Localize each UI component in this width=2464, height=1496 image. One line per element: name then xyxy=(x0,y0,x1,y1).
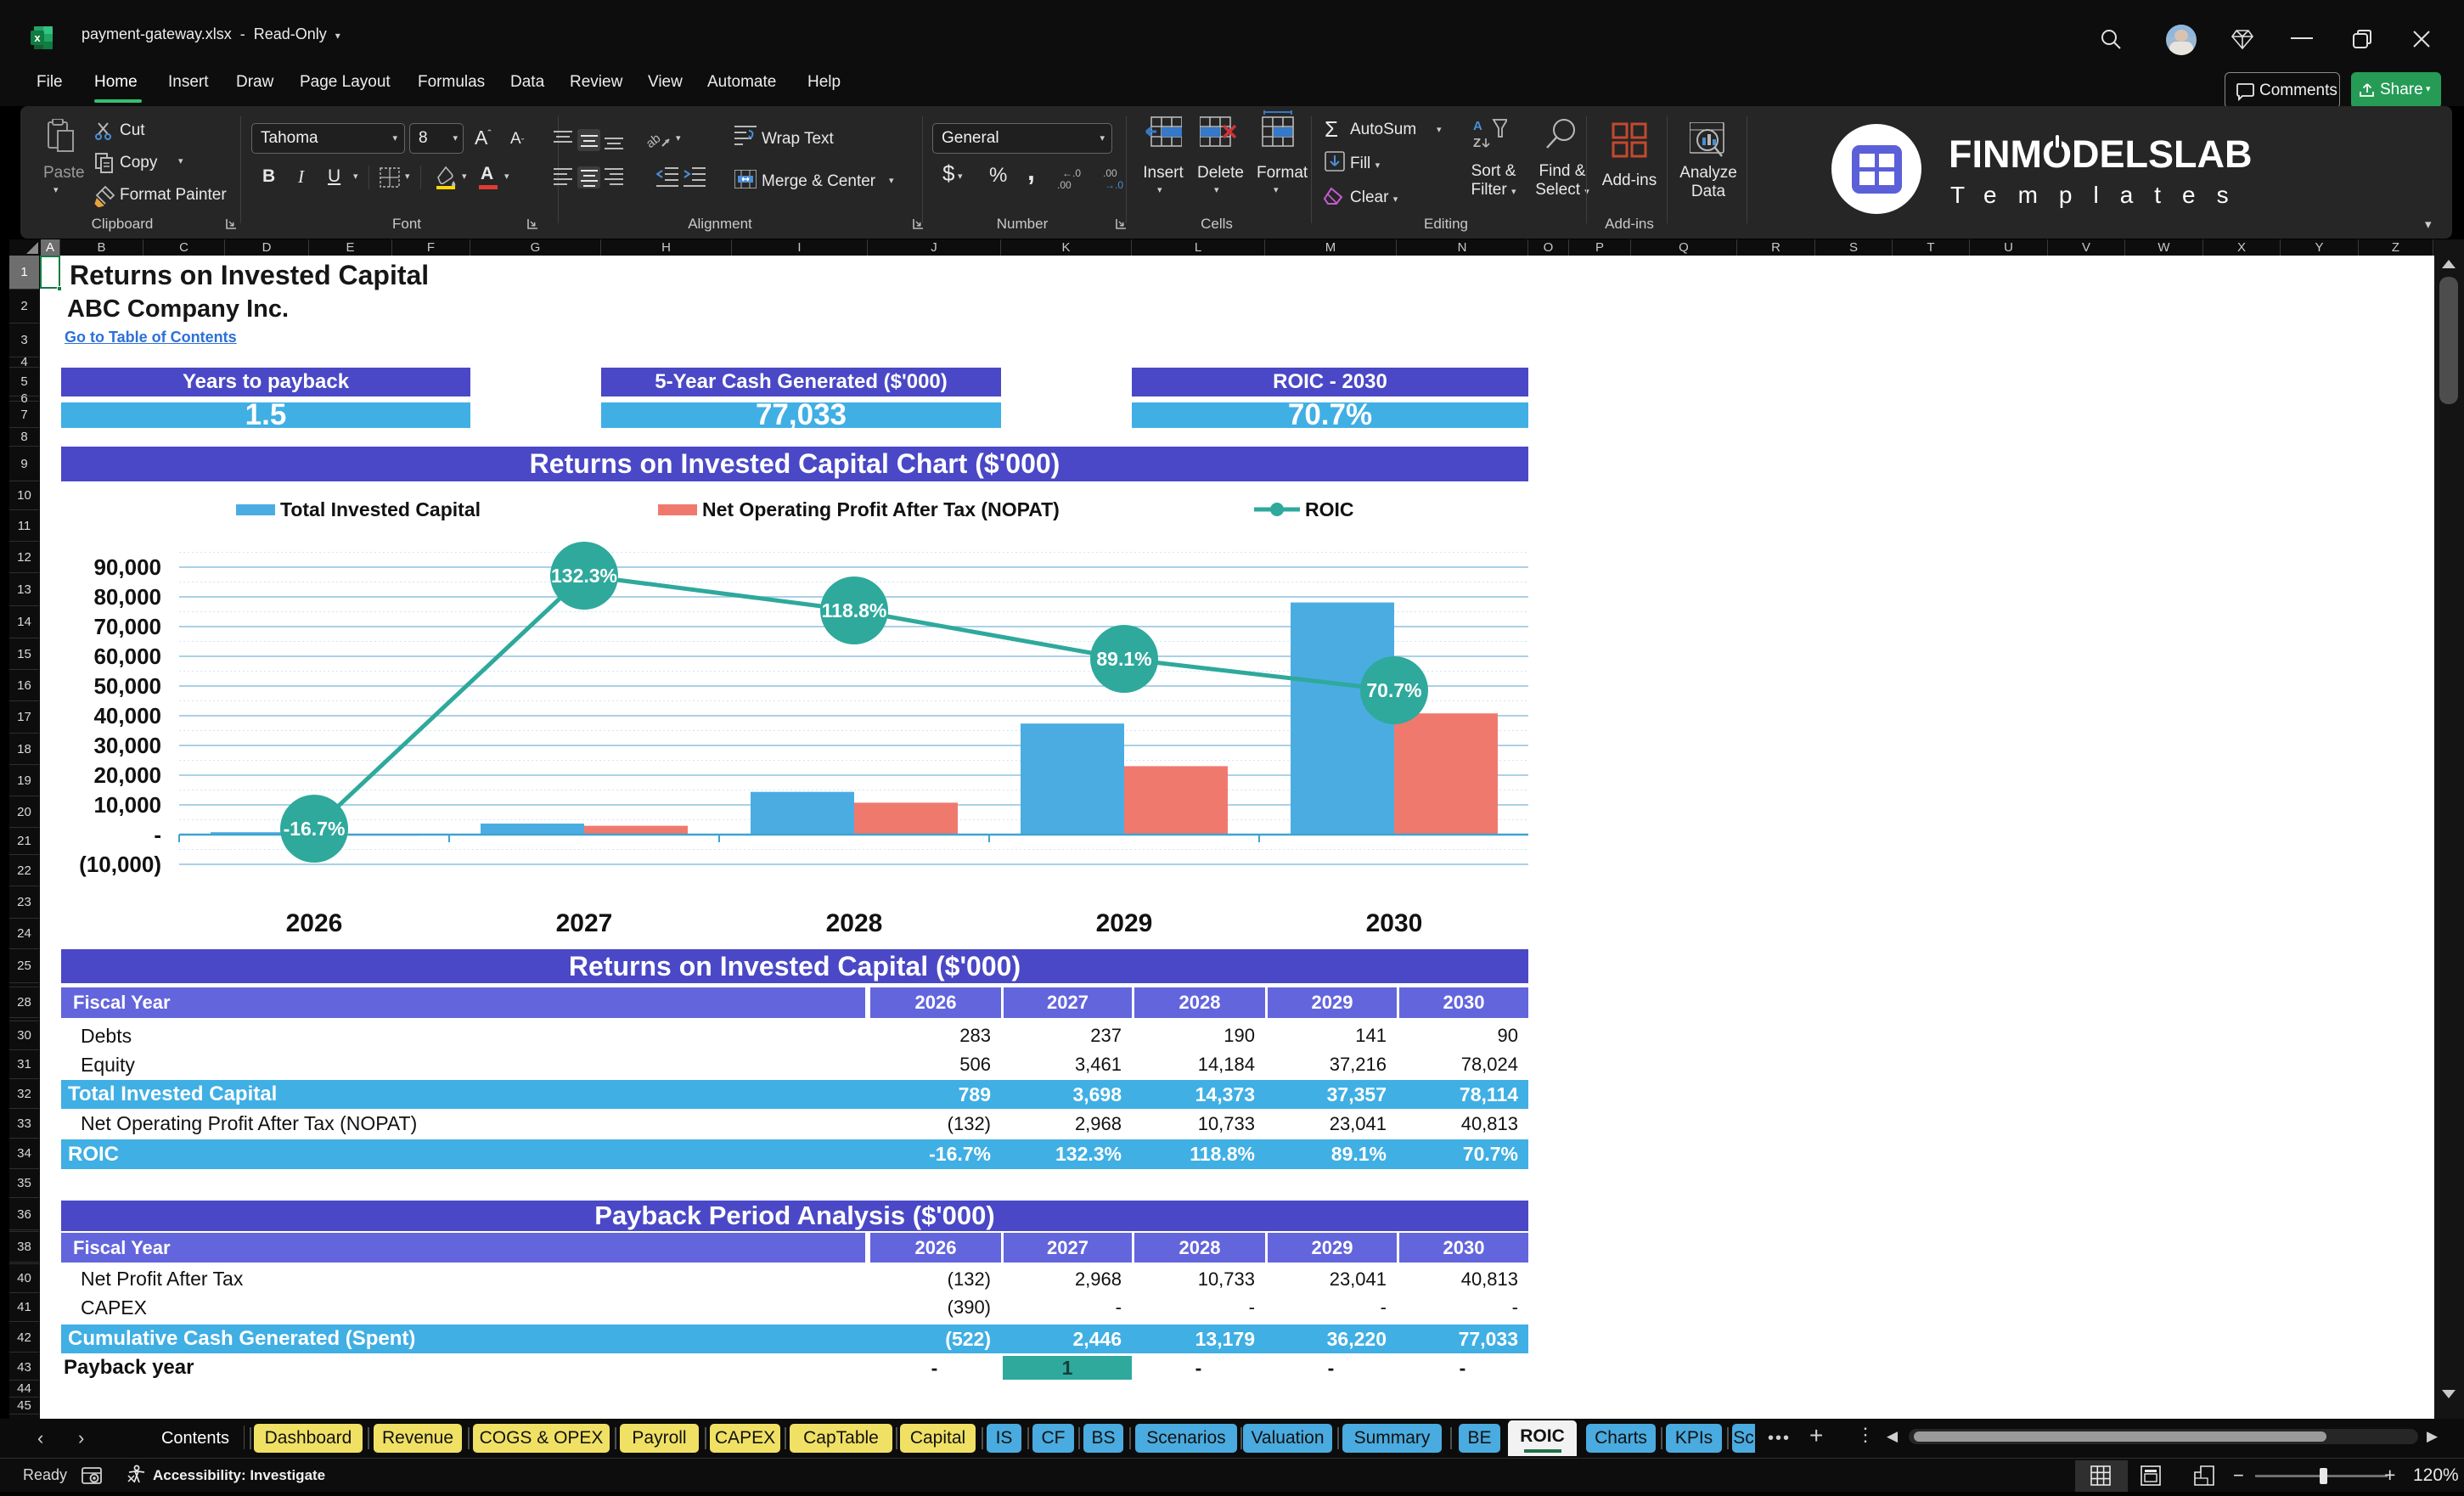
svg-text:x: x xyxy=(34,31,41,44)
svg-text:2029: 2029 xyxy=(1096,909,1153,937)
svg-text:132.3%: 132.3% xyxy=(551,565,617,587)
svg-text:80,000: 80,000 xyxy=(93,584,161,610)
svg-text:←.0: ←.0 xyxy=(1062,167,1081,179)
svg-text:2026: 2026 xyxy=(286,909,343,937)
svg-text:2027: 2027 xyxy=(556,909,613,937)
svg-text:ab: ab xyxy=(645,131,663,151)
svg-text:Total Invested Capital: Total Invested Capital xyxy=(280,498,481,520)
svg-text:2030: 2030 xyxy=(1366,909,1423,937)
svg-text:118.8%: 118.8% xyxy=(822,599,887,621)
svg-text:ROIC: ROIC xyxy=(1305,498,1354,520)
svg-text:60,000: 60,000 xyxy=(93,644,161,669)
svg-text:-: - xyxy=(154,822,161,847)
svg-text:70.7%: 70.7% xyxy=(1366,679,1421,701)
svg-text:20,000: 20,000 xyxy=(93,762,161,788)
svg-text:89.1%: 89.1% xyxy=(1096,648,1151,670)
svg-text:70,000: 70,000 xyxy=(93,614,161,639)
svg-text:Net Operating Profit After Tax: Net Operating Profit After Tax (NOPAT) xyxy=(702,498,1060,520)
svg-text:90,000: 90,000 xyxy=(93,554,161,580)
svg-text:Z: Z xyxy=(1473,136,1481,150)
svg-text:50,000: 50,000 xyxy=(93,673,161,699)
svg-text:-16.7%: -16.7% xyxy=(284,818,346,840)
svg-text:A: A xyxy=(1473,119,1482,133)
svg-text:(10,000): (10,000) xyxy=(79,852,161,877)
svg-text:.00: .00 xyxy=(1057,179,1072,190)
svg-text:2028: 2028 xyxy=(826,909,883,937)
svg-text:40,000: 40,000 xyxy=(93,703,161,728)
svg-text:→.0: →.0 xyxy=(1105,179,1123,190)
svg-text:.00: .00 xyxy=(1103,167,1117,179)
svg-text:30,000: 30,000 xyxy=(93,733,161,758)
svg-text:10,000: 10,000 xyxy=(93,792,161,818)
